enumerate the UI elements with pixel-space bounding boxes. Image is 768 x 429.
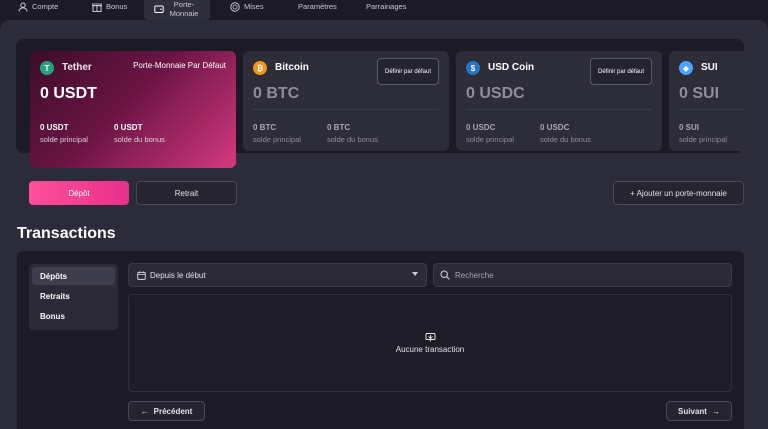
wallet-card-tether[interactable]: T Tether Porte-Monnaie Par Défaut 0 USDT…	[30, 51, 236, 168]
arrow-left-icon: ←	[140, 406, 149, 416]
user-icon	[18, 2, 28, 12]
search-input[interactable]	[455, 270, 715, 280]
empty-transactions: Aucune transaction	[128, 294, 732, 392]
wallet-amount: 0 USDC	[466, 85, 525, 102]
wallet-name: Tether	[62, 62, 92, 73]
wallet-name: SUI	[701, 62, 718, 73]
divider	[253, 109, 439, 110]
arrow-right-icon: →	[711, 406, 720, 416]
divider	[679, 109, 744, 110]
transactions-title: Transactions	[17, 225, 116, 242]
next-label: Suivant	[678, 406, 707, 416]
main-balance: 0 SUI solde principal	[679, 123, 727, 144]
wallet-amount: 0 BTC	[253, 85, 300, 102]
search-icon	[440, 270, 450, 280]
bonus-balance: 0 USDC solde du bonus	[540, 123, 591, 144]
bonus-balance-label: solde du bonus	[540, 135, 591, 144]
divider	[466, 109, 652, 110]
main-balance-label: solde principal	[253, 135, 301, 144]
search-box[interactable]	[433, 263, 732, 287]
chip-icon	[230, 2, 240, 12]
next-page-button[interactable]: Suivant →	[666, 401, 732, 421]
date-filter-value: Depuis le début	[150, 270, 206, 280]
tab-retraits[interactable]: Retraits	[32, 287, 115, 305]
chevron-down-icon	[412, 272, 418, 276]
empty-tray-icon	[425, 333, 435, 342]
bonus-balance-label: solde du bonus	[114, 135, 165, 144]
bitcoin-icon: ₿	[253, 61, 267, 75]
main-balance-value: 0 BTC	[253, 123, 277, 132]
top-navigation: Compte Bonus Porte-Monnaie Mises Paramèt…	[0, 0, 768, 20]
bonus-balance: 0 BTC solde du bonus	[327, 123, 378, 144]
wallet-name: Bitcoin	[275, 62, 309, 73]
main-balance-value: 0 USDT	[40, 123, 69, 132]
main-balance-value: 0 SUI	[679, 123, 700, 132]
nav-item-parametres[interactable]: Paramètres	[298, 0, 337, 18]
nav-label: Bonus	[106, 2, 128, 11]
date-filter-select[interactable]: Depuis le début	[128, 263, 427, 287]
bonus-balance-value: 0 USDC	[540, 123, 570, 132]
nav-item-parrainages[interactable]: Parrainages	[366, 0, 406, 18]
deposit-button[interactable]: Dépôt	[29, 181, 129, 205]
wallet-card-sui[interactable]: ◆ SUI 0 SUI 0 SUI solde principal	[669, 51, 744, 151]
main-balance-label: solde principal	[466, 135, 514, 144]
tab-depots[interactable]: Dépôts	[32, 267, 115, 285]
usdc-icon: $	[466, 61, 480, 75]
main-balance-label: solde principal	[40, 135, 88, 144]
tether-icon: T	[40, 61, 54, 75]
tab-bonus[interactable]: Bonus	[32, 307, 115, 325]
transaction-tabs: Dépôts Retraits Bonus	[29, 264, 118, 330]
default-wallet-tag: Porte-Monnaie Par Défaut	[133, 61, 226, 70]
withdraw-button[interactable]: Retrait	[136, 181, 237, 205]
wallet-icon	[154, 5, 164, 13]
nav-label: Porte-Monnaie	[169, 0, 199, 18]
previous-label: Précédent	[153, 406, 193, 416]
main-balance-value: 0 USDC	[466, 123, 496, 132]
wallet-amount: 0 USDT	[40, 85, 97, 102]
add-wallet-button[interactable]: + Ajouter un porte-monnaie	[613, 181, 744, 205]
wallet-card-usdc[interactable]: $ USD Coin Définir par défaut 0 USDC 0 U…	[456, 51, 662, 151]
main-balance: 0 USDC solde principal	[466, 123, 514, 144]
nav-label: Mises	[244, 2, 264, 11]
wallet-amount: 0 SUI	[679, 85, 720, 102]
nav-label: Parrainages	[366, 2, 407, 11]
main-balance: 0 USDT solde principal	[40, 123, 88, 144]
bonus-balance-label: solde du bonus	[327, 135, 378, 144]
nav-item-bonus[interactable]: Bonus	[92, 0, 127, 18]
nav-item-mises[interactable]: Mises	[230, 0, 264, 18]
set-default-button[interactable]: Définir par défaut	[377, 58, 439, 85]
empty-text: Aucune transaction	[395, 345, 465, 354]
nav-label: Compte	[32, 2, 59, 11]
main-balance-label: solde principal	[679, 135, 727, 144]
nav-item-porte-monnaie[interactable]: Porte-Monnaie	[144, 0, 210, 20]
nav-label: Paramètres	[298, 2, 337, 11]
wallet-name: USD Coin	[488, 62, 535, 73]
nav-item-compte[interactable]: Compte	[18, 0, 58, 18]
calendar-icon	[137, 270, 146, 280]
bonus-balance-value: 0 BTC	[327, 123, 351, 132]
set-default-button[interactable]: Définir par défaut	[590, 58, 652, 85]
gift-icon	[92, 3, 102, 12]
sui-icon: ◆	[679, 61, 693, 75]
wallet-card-bitcoin[interactable]: ₿ Bitcoin Définir par défaut 0 BTC 0 BTC…	[243, 51, 449, 151]
bonus-balance-value: 0 USDT	[114, 123, 143, 132]
main-balance: 0 BTC solde principal	[253, 123, 301, 144]
bonus-balance: 0 USDT solde du bonus	[114, 123, 165, 144]
previous-page-button[interactable]: ← Précédent	[128, 401, 205, 421]
